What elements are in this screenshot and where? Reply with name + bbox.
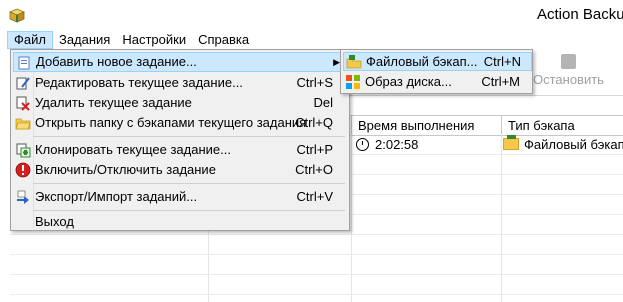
col-header-type[interactable]: Тип бэкапа bbox=[501, 116, 623, 135]
menu-item-shortcut: Ctrl+O bbox=[295, 162, 333, 177]
menu-separator bbox=[33, 210, 345, 211]
menu-separator bbox=[33, 183, 345, 184]
add-task-icon bbox=[18, 56, 30, 70]
window-title: Action Backu bbox=[537, 6, 623, 23]
menu-item-export-import[interactable]: Экспорт/Импорт заданий... Ctrl+V bbox=[13, 187, 347, 207]
stop-icon bbox=[560, 54, 576, 69]
open-folder-icon bbox=[15, 118, 31, 130]
menu-item-clone-task[interactable]: Клонировать текущее задание... Ctrl+P bbox=[13, 140, 347, 160]
grid-row-line bbox=[10, 294, 623, 295]
file-menu: Добавить новое задание... ▶ Редактироват… bbox=[10, 49, 350, 231]
submenu-item-label: Образ диска... bbox=[365, 74, 452, 89]
submenu-item-shortcut: Ctrl+N bbox=[483, 54, 521, 69]
menu-item-label: Удалить текущее задание bbox=[35, 95, 192, 110]
toggle-icon bbox=[15, 162, 31, 178]
clone-icon bbox=[16, 143, 31, 158]
stop-button-label: Остановить bbox=[533, 72, 604, 87]
menu-item-label: Редактировать текущее задание... bbox=[35, 75, 243, 90]
table-row-time[interactable]: 2:02:58 bbox=[356, 135, 418, 154]
edit-icon bbox=[16, 77, 30, 90]
menu-help[interactable]: Справка bbox=[192, 31, 255, 49]
grid-row-line bbox=[10, 234, 623, 235]
menu-item-open-backup-folder[interactable]: Открыть папку с бэкапами текущего задани… bbox=[13, 113, 347, 133]
submenu-item-shortcut: Ctrl+M bbox=[481, 74, 520, 89]
menu-item-shortcut: Ctrl+Q bbox=[295, 115, 333, 130]
col-header-time[interactable]: Время выполнения bbox=[351, 116, 501, 135]
menu-item-toggle-task[interactable]: Включить/Отключить задание Ctrl+O bbox=[13, 160, 347, 180]
menu-bar: Файл Задания Настройки Справка bbox=[0, 31, 623, 49]
grid-row-line bbox=[10, 254, 623, 255]
menu-item-exit[interactable]: Выход bbox=[13, 214, 347, 230]
type-value: Файловый бэкап bbox=[524, 137, 623, 152]
menu-tasks[interactable]: Задания bbox=[53, 31, 116, 49]
submenu-arrow-icon: ▶ bbox=[333, 57, 340, 67]
stop-button[interactable]: Остановить bbox=[533, 52, 604, 92]
menu-separator bbox=[33, 136, 345, 137]
menu-item-label: Открыть папку с бэкапами текущего задани… bbox=[35, 115, 307, 130]
menu-item-shortcut: Ctrl+P bbox=[296, 142, 333, 157]
file-backup-icon bbox=[346, 55, 362, 69]
submenu-item-file-backup[interactable]: Файловый бэкап... Ctrl+N bbox=[343, 52, 532, 71]
time-value: 2:02:58 bbox=[375, 137, 419, 152]
menu-file[interactable]: Файл bbox=[7, 31, 53, 49]
submenu-item-label: Файловый бэкап... bbox=[366, 54, 478, 69]
menu-item-label: Выход bbox=[35, 214, 74, 229]
export-import-icon bbox=[17, 190, 29, 204]
menu-item-label: Экспорт/Импорт заданий... bbox=[35, 189, 198, 204]
disk-image-icon bbox=[346, 75, 360, 89]
menu-item-label: Добавить новое задание... bbox=[36, 54, 197, 69]
delete-icon bbox=[16, 96, 30, 111]
grid-divider bbox=[351, 134, 352, 302]
menu-settings[interactable]: Настройки bbox=[116, 31, 192, 49]
grid-divider bbox=[501, 134, 502, 302]
submenu-item-disk-image[interactable]: Образ диска... Ctrl+M bbox=[343, 72, 530, 91]
table-row-type[interactable]: Файловый бэкап bbox=[503, 135, 623, 154]
menu-item-shortcut: Del bbox=[313, 95, 333, 110]
menu-item-shortcut: Ctrl+V bbox=[296, 189, 333, 204]
clock-icon bbox=[356, 138, 369, 151]
add-task-submenu: Файловый бэкап... Ctrl+N Образ диска... … bbox=[340, 49, 533, 94]
menu-item-edit-task[interactable]: Редактировать текущее задание... Ctrl+S bbox=[13, 73, 347, 93]
file-backup-icon bbox=[503, 135, 519, 150]
app-window: Action Backu Файл Задания Настройки Спра… bbox=[0, 0, 623, 302]
menu-item-delete-task[interactable]: Удалить текущее задание Del bbox=[13, 93, 347, 113]
title-bar: Action Backu bbox=[0, 0, 623, 31]
menu-item-add-task[interactable]: Добавить новое задание... ▶ bbox=[13, 52, 349, 72]
menu-item-label: Клонировать текущее задание... bbox=[35, 142, 231, 157]
grid-row-line bbox=[10, 274, 623, 275]
left-panel-edge bbox=[0, 49, 10, 302]
menu-item-shortcut: Ctrl+S bbox=[296, 75, 333, 90]
menu-item-label: Включить/Отключить задание bbox=[35, 162, 216, 177]
app-box-icon bbox=[8, 8, 26, 23]
